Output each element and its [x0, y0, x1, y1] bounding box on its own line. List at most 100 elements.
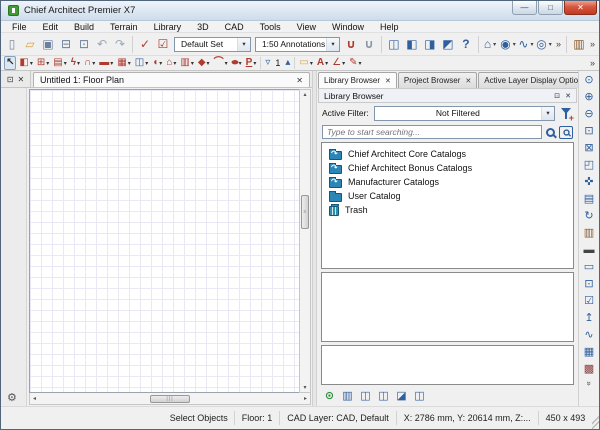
walkthrough-icon[interactable]: ∿▾: [518, 35, 536, 54]
full-camera-view-icon[interactable]: ⌂▾: [482, 35, 500, 54]
undo-icon[interactable]: ↶: [93, 35, 111, 54]
edit-check-icon[interactable]: ☑: [581, 293, 598, 310]
vertical-scroll-thumb[interactable]: ≡: [301, 195, 309, 229]
float-window-icon[interactable]: ⊡: [554, 92, 560, 100]
zoom-in-icon[interactable]: ⊕: [581, 89, 598, 106]
wall-tools-icon[interactable]: ▤▾: [52, 56, 67, 70]
line-tools-icon[interactable]: ▬▾: [98, 56, 114, 70]
ceiling-tools-icon[interactable]: ⌒▾: [213, 56, 229, 70]
project-browser-panel-icon[interactable]: ◫: [385, 35, 403, 54]
layer-options-panel-icon[interactable]: ◨: [421, 35, 439, 54]
scroll-up-icon[interactable]: ▴: [303, 90, 306, 99]
chevron-down-icon[interactable]: ▾: [359, 60, 362, 67]
preview-loupe-icon[interactable]: ⊙: [322, 389, 337, 404]
side-window-panel-icon[interactable]: ◩: [439, 35, 457, 54]
View[interactable]: View: [289, 22, 324, 32]
Help[interactable]: Help: [372, 22, 407, 32]
advanced-search-icon[interactable]: [559, 126, 573, 139]
floor-plan-tab[interactable]: Untitled 1: Floor Plan ✕: [33, 72, 310, 87]
window-tools-icon[interactable]: ⊞▾: [36, 56, 50, 70]
panel-toggle-2-icon[interactable]: ◫: [376, 389, 391, 404]
active-filter-select[interactable]: Not Filtered ▾: [374, 106, 555, 121]
redo-icon[interactable]: ↷: [111, 35, 129, 54]
panel-toggle-1-icon[interactable]: ◫: [358, 389, 373, 404]
close-button[interactable]: ✕: [564, 1, 597, 15]
panel-toggle-3-icon[interactable]: ◪: [394, 389, 409, 404]
preview-box-icon[interactable]: ⊡: [581, 276, 598, 293]
chevron-down-icon[interactable]: ▾: [491, 41, 498, 48]
chevron-down-icon[interactable]: ▾: [173, 60, 176, 67]
Manufacturer Catalogs[interactable]: Manufacturer Catalogs: [329, 175, 573, 189]
toolbar-overflow-icon[interactable]: »: [584, 381, 593, 385]
Edit[interactable]: Edit: [35, 22, 67, 32]
text-tools-icon[interactable]: P▾: [245, 56, 258, 70]
Terrain[interactable]: Terrain: [102, 22, 146, 32]
checkbox-tool-icon[interactable]: ☑: [154, 35, 172, 54]
close-icon[interactable]: ✕: [565, 92, 571, 100]
import-icon[interactable]: ↥: [581, 310, 598, 327]
magnet-snap-gray-icon[interactable]: ∪: [360, 35, 378, 54]
render-view-icon[interactable]: ◎▾: [536, 35, 554, 54]
chevron-down-icon[interactable]: ▾: [326, 38, 339, 51]
chevron-down-icon[interactable]: ▾: [528, 41, 535, 48]
plan-grid-icon[interactable]: ▦: [581, 344, 598, 361]
cabinet-view-icon[interactable]: ▥: [581, 225, 598, 242]
resize-grip[interactable]: [592, 407, 599, 429]
close-icon[interactable]: ✕: [385, 77, 391, 85]
scroll-down-icon[interactable]: ▾: [303, 383, 306, 392]
annotation-scale-combo[interactable]: 1:50 Annotations ▾: [255, 37, 340, 52]
toolbar-overflow-icon[interactable]: »: [588, 58, 597, 68]
floor-up-icon[interactable]: ▴: [284, 56, 291, 70]
appliance-tools-icon[interactable]: ◖▾: [151, 56, 163, 70]
chevron-down-icon[interactable]: ▾: [128, 60, 131, 67]
User Catalog[interactable]: User Catalog: [329, 189, 573, 203]
fixture-tools-icon[interactable]: ◫▾: [134, 56, 149, 70]
vertical-scrollbar[interactable]: ▴ ≡ ▾: [299, 89, 311, 393]
library-panels-icon[interactable]: ▥: [340, 389, 355, 404]
fill-building-icon[interactable]: ◰: [581, 157, 598, 174]
chevron-down-icon[interactable]: ▾: [325, 60, 328, 67]
layer-sheets-icon[interactable]: ▤: [581, 191, 598, 208]
properties-panel-icon[interactable]: ◫: [412, 389, 427, 404]
save-plan-icon[interactable]: ▣: [39, 35, 57, 54]
minimize-button[interactable]: —: [512, 1, 537, 15]
roof-plane-tools-icon[interactable]: ◆▾: [197, 56, 211, 70]
select-objects-tool-icon[interactable]: ↖: [4, 56, 16, 70]
roof-tools-icon[interactable]: ⌂▾: [165, 56, 177, 70]
electrical-tools-icon[interactable]: ϟ▾: [70, 56, 81, 70]
chevron-down-icon[interactable]: ▾: [46, 60, 49, 67]
chevron-down-icon[interactable]: ▾: [225, 60, 228, 67]
magnet-snap-red-icon[interactable]: ∪: [342, 35, 360, 54]
snap-grid-icon[interactable]: ▩: [581, 361, 598, 378]
Tools[interactable]: Tools: [252, 22, 289, 32]
chevron-down-icon[interactable]: ▾: [237, 38, 250, 51]
chevron-down-icon[interactable]: ▾: [191, 60, 194, 67]
framing-tools-icon[interactable]: ▥▾: [179, 56, 194, 70]
close-icon[interactable]: ✕: [465, 77, 471, 85]
terrain-tools-icon[interactable]: ●▾: [231, 56, 243, 70]
settings-gear-icon[interactable]: ⚙: [7, 393, 17, 405]
File[interactable]: File: [4, 22, 35, 32]
cabinet-tools-icon[interactable]: ▦▾: [116, 56, 131, 70]
chevron-down-icon[interactable]: ▾: [342, 60, 345, 67]
horizontal-scrollbar[interactable]: ◂ ||| ▸: [29, 393, 311, 405]
chevron-down-icon[interactable]: ▾: [92, 60, 95, 67]
new-plan-icon[interactable]: ▯: [3, 35, 21, 54]
library-browser-panel-icon[interactable]: ◧: [403, 35, 421, 54]
chevron-down-icon[interactable]: ▾: [253, 60, 256, 67]
Library Browser[interactable]: Library Browser ✕: [318, 72, 397, 88]
library-search-input[interactable]: [322, 125, 542, 139]
chevron-down-icon[interactable]: ▾: [547, 41, 554, 48]
toolbar-overflow-icon[interactable]: »: [588, 39, 597, 49]
help-button[interactable]: ?: [457, 35, 475, 54]
Project Browser[interactable]: Project Browser ✕: [398, 72, 477, 88]
floor-down-icon[interactable]: ▿: [264, 56, 271, 70]
dimension-tools-icon[interactable]: ∠▾: [331, 56, 346, 70]
rectangle-tool-icon[interactable]: ▭: [581, 259, 598, 276]
3D[interactable]: 3D: [189, 22, 217, 32]
chevron-down-icon[interactable]: ▾: [511, 41, 518, 48]
Chief Architect Core Catalogs[interactable]: Chief Architect Core Catalogs: [329, 147, 573, 161]
fill-window-icon[interactable]: ⊠: [581, 140, 598, 157]
float-window-icon[interactable]: ⊡: [7, 75, 14, 84]
chevron-down-icon[interactable]: ▾: [541, 107, 554, 120]
